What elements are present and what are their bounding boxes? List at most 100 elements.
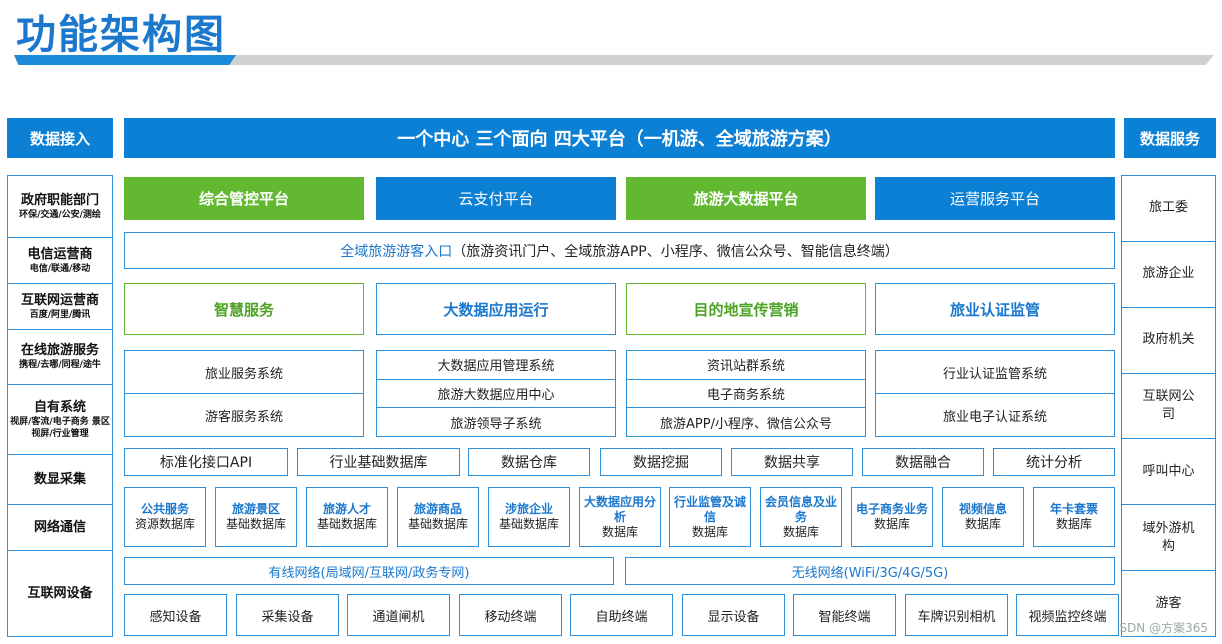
database-item: 年卡套票 数据库 [1033,487,1115,547]
database-item-sub: 资源数据库 [134,517,195,531]
database-item-sub: 基础数据库 [498,517,559,531]
section-title: 目的地宣传营销 [626,283,866,335]
database-item: 行业监管及诚信 数据库 [669,487,751,547]
data-access-item: 互联网运营商 百度/阿里/腾讯 [8,284,112,330]
database-item-title: 会员信息及业务 [764,494,837,524]
data-access-list: 政府职能部门 环保/交通/公安/测绘 电信运营商 电信/联通/移动 互联网运营商 百度/阿… [7,175,113,637]
device-item: 感知设备 [124,594,227,636]
database-item: 涉旅企业 基础数据库 [488,487,570,547]
section-title: 大数据应用运行 [376,283,616,335]
database-item: 会员信息及业务 数据库 [760,487,842,547]
data-tool-item: 行业基础数据库 [297,448,460,476]
data-access-item-label: 在线旅游服务 [20,343,99,358]
data-service-list: 旅工委 旅游企业 政府机关 互联网公司 呼叫中心 域外游机构 游客 [1121,175,1216,637]
system-item: 旅游大数据应用中心 [377,380,615,409]
data-access-item: 互联网设备 [8,551,112,636]
device-item: 车牌识别相机 [905,594,1008,636]
system-item: 旅游APP/小程序、微信公众号 [660,416,832,432]
platform-block: 综合管控平台 [124,177,364,220]
platform-block: 运营服务平台 [875,177,1115,220]
database-item-sub: 数据库 [873,517,910,531]
platform-block: 云支付平台 [376,177,616,220]
data-access-item: 电信运营商 电信/联通/移动 [8,238,112,284]
wired-network: 有线网络(局域网/互联网/政务专网) [124,557,614,585]
section-title: 智慧服务 [124,283,364,335]
database-item-title: 公共服务 [140,502,189,516]
database-item-title: 电子商务业务 [855,502,928,516]
database-item-sub: 基础数据库 [407,517,468,531]
database-item: 视频信息 数据库 [942,487,1024,547]
data-service-item: 旅游企业 [1122,242,1215,308]
database-item-sub: 基础数据库 [225,517,286,531]
system-item: 旅业电子认证系统 [942,409,1047,425]
data-tool-item: 统计分析 [993,448,1115,476]
system-group: 旅业服务系统游客服务系统 [124,350,364,437]
device-item: 显示设备 [682,594,785,636]
data-service-item: 政府机关 [1122,308,1215,374]
wireless-network: 无线网络(WiFi/3G/4G/5G) [625,557,1115,585]
data-service-item: 呼叫中心 [1122,439,1215,506]
left-header: 数据接入 [7,118,113,158]
database-item-title: 旅游人才 [322,502,371,516]
device-item: 通道闸机 [347,594,450,636]
system-item: 资讯站群系统 [627,351,865,380]
device-item: 自助终端 [570,594,673,636]
data-access-item: 政府职能部门 环保/交通/公安/测绘 [8,176,112,238]
data-access-item-label: 互联网设备 [27,585,93,601]
database-item-title: 涉旅企业 [504,502,553,516]
database-item: 旅游人才 基础数据库 [306,487,388,547]
data-access-item: 数显采集 [8,455,112,505]
data-access-item-label: 电信运营商 [27,246,93,262]
database-item: 公共服务 资源数据库 [124,487,206,547]
database-item-sub: 数据库 [964,517,1001,531]
database-item-sub: 数据库 [601,524,638,539]
watermark: CSDN @方案365 [1111,621,1208,635]
portal-detail: （旅游资讯门户、全域旅游APP、小程序、微信公众号、智能信息终端） [452,243,899,260]
database-item-title: 年卡套票 [1049,502,1098,516]
data-access-item-sub: 百度/阿里/腾讯 [29,309,91,320]
data-access-item-sub: 电信/联通/移动 [29,263,91,274]
database-item-sub: 数据库 [782,524,819,539]
system-item: 行业认证监管系统 [876,351,1114,394]
database-item-title: 旅游景区 [231,502,280,516]
data-access-item: 自有系统 视屏/客流/电子商务 景区视屏/行业管理 [8,385,112,455]
system-group: 大数据应用管理系统 旅游大数据应用中心旅游领导子系统 [376,350,616,437]
section-title: 旅业认证监管 [875,283,1115,335]
data-service-item: 旅工委 [1122,176,1215,242]
database-item-sub: 基础数据库 [316,517,377,531]
system-item: 游客服务系统 [204,409,283,425]
database-item-sub: 数据库 [691,524,728,539]
data-access-item: 在线旅游服务 携程/去哪/同程/途牛 [8,330,112,385]
system-item: 旅业服务系统 [125,351,363,394]
database-item-title: 旅游商品 [413,502,462,516]
data-service-item: 互联网公司 [1122,374,1215,440]
center-header: 一个中心 三个面向 四大平台（一机游、全域旅游方案） [124,118,1115,158]
data-access-item-label: 数显采集 [33,471,86,487]
device-item: 移动终端 [459,594,562,636]
data-tool-item: 数据挖掘 [600,448,722,476]
database-item-title: 大数据应用分析 [583,494,656,524]
data-tool-item: 数据融合 [862,448,984,476]
data-tool-item: 数据共享 [731,448,853,476]
system-group: 行业认证监管系统旅业电子认证系统 [875,350,1115,437]
device-item: 采集设备 [236,594,339,636]
database-item-sub: 数据库 [1055,517,1092,531]
data-tool-item: 标准化接口API [124,448,288,476]
data-tool-item: 数据仓库 [468,448,590,476]
database-item-title: 视频信息 [958,502,1007,516]
data-access-item-label: 互联网运营商 [20,292,99,308]
database-item: 旅游商品 基础数据库 [397,487,479,547]
data-access-item-sub: 环保/交通/公安/测绘 [19,209,101,220]
tourist-portal: 全域旅游游客入口 （旅游资讯门户、全域旅游APP、小程序、微信公众号、智能信息终端… [124,232,1115,269]
data-access-item-label: 政府职能部门 [20,192,99,208]
database-item: 电子商务业务 数据库 [851,487,933,547]
database-item-title: 行业监管及诚信 [673,494,746,524]
page-title: 功能架构图 [16,12,226,58]
data-access-item-sub: 视屏/客流/电子商务 景区视屏/行业管理 [10,416,110,439]
system-item: 旅游领导子系统 [450,416,542,432]
system-group: 资讯站群系统 电子商务系统 旅游APP/小程序、微信公众号 [626,350,866,437]
system-item: 大数据应用管理系统 [377,351,615,380]
data-service-item: 域外游机构 [1122,505,1215,572]
device-item: 智能终端 [793,594,896,636]
data-access-item-label: 自有系统 [33,399,86,415]
